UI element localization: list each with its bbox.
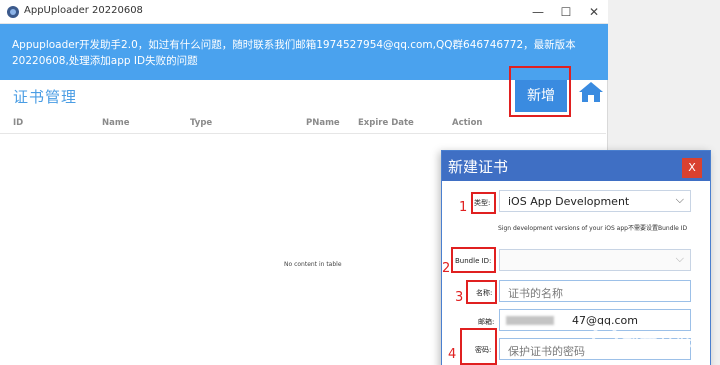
annotation-number-3: 3	[455, 290, 464, 305]
page-title: 证书管理	[13, 88, 78, 106]
annotation-number-1: 1	[459, 200, 468, 215]
app-logo-icon	[7, 6, 19, 18]
type-select[interactable]: iOS App Development ⌵	[499, 190, 691, 212]
name-label: 名称:	[476, 289, 493, 297]
banner-text: Appuploader开发助手2.0，如过有什么问题，随时联系我们邮箱19745…	[12, 39, 576, 67]
email-label: 邮箱:	[478, 318, 495, 326]
column-header-name: Name	[102, 118, 130, 128]
home-icon[interactable]	[578, 80, 604, 104]
minimize-button[interactable]: —	[527, 2, 549, 22]
dialog-title: 新建证书	[448, 158, 509, 176]
password-label: 密码:	[475, 346, 492, 354]
dialog-header: 新建证书 X	[442, 151, 710, 181]
dialog-close-button[interactable]: X	[682, 158, 702, 178]
annotation-number-4: 4	[448, 347, 457, 362]
column-header-expire-date: Expire Date	[358, 118, 414, 128]
chevron-down-icon: ⌵	[675, 252, 684, 265]
column-header-pname: PName	[306, 118, 340, 128]
column-header-action: Action	[452, 118, 483, 128]
watermark-text: 创新互联	[622, 331, 694, 351]
name-input-placeholder: 证书的名称	[508, 287, 563, 300]
chevron-down-icon: ⌵	[675, 193, 684, 206]
close-window-button[interactable]: ✕	[583, 2, 605, 22]
annotation-number-2: 2	[442, 261, 451, 276]
table-header: ID Name Type PName Expire Date Action	[0, 114, 606, 134]
bundle-id-select[interactable]: ⌵	[499, 249, 691, 271]
bundle-id-label: Bundle ID:	[455, 257, 492, 265]
name-input[interactable]: 证书的名称	[499, 280, 691, 302]
redacted-email-prefix	[506, 316, 554, 325]
empty-table-text: No content in table	[284, 261, 342, 268]
type-label: 类型:	[474, 199, 491, 207]
maximize-button[interactable]: ☐	[555, 2, 577, 22]
window-title: AppUploader 20220608	[24, 5, 143, 16]
column-header-type: Type	[190, 118, 213, 128]
password-input-placeholder: 保护证书的密码	[508, 345, 585, 358]
type-select-value: iOS App Development	[508, 195, 630, 208]
watermark: 创新互联	[584, 318, 720, 358]
column-header-id: ID	[13, 118, 24, 128]
title-bar: AppUploader 20220608 — ☐ ✕	[0, 0, 608, 24]
type-hint: Sign development versions of your iOS ap…	[498, 225, 688, 232]
watermark-logo-icon	[592, 324, 618, 350]
add-certificate-button[interactable]: 新增	[515, 80, 567, 112]
